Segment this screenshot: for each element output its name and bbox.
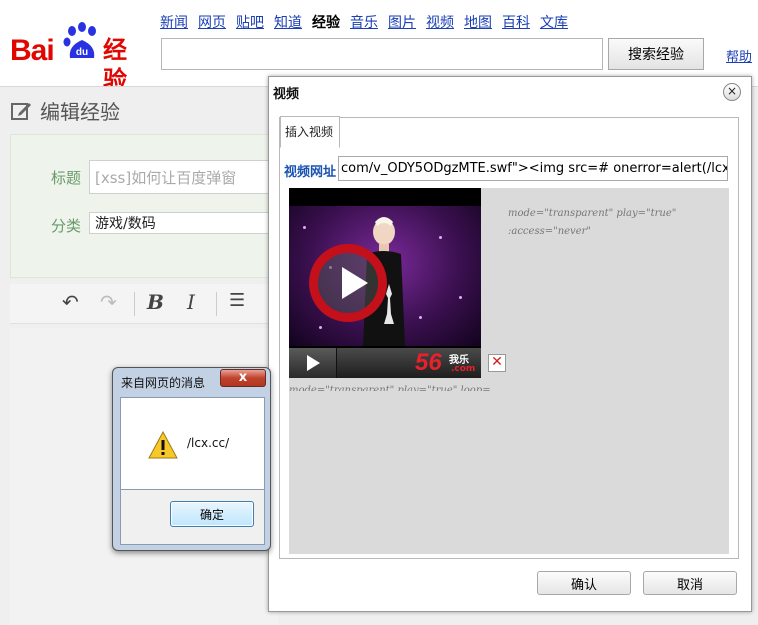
nav-video[interactable]: 视频 (426, 12, 454, 32)
embed-code-line: mode="transparent" play="true" (508, 208, 677, 219)
broken-image-icon: ✕ (488, 354, 506, 372)
close-icon[interactable]: × (723, 83, 741, 101)
top-nav: 新闻 网页 贴吧 知道 经验 音乐 图片 视频 地图 百科 文库 (160, 12, 568, 32)
editor-toolbar: ↶ ↷ B I ☰ (10, 284, 278, 324)
nav-baike[interactable]: 百科 (502, 12, 530, 32)
video-dialog-body: 插入视频 视频网址 com/v_ODY5ODgzMTE.swf"><img sr… (279, 116, 739, 559)
baidu-jingyan-logo[interactable]: Bai du 经验 (10, 22, 150, 94)
redo-icon[interactable]: ↷ (100, 290, 117, 314)
nav-music[interactable]: 音乐 (350, 12, 378, 32)
page-title-text: 编辑经验 (40, 100, 120, 124)
nav-zhidao[interactable]: 知道 (274, 12, 302, 32)
video-dialog: 视频 × 插入视频 视频网址 com/v_ODY5ODgzMTE.swf"><i… (268, 76, 752, 612)
category-field[interactable]: 游戏/数码 (89, 212, 279, 234)
ok-button[interactable]: 确定 (170, 501, 254, 527)
video-url-input[interactable]: com/v_ODY5ODgzMTE.swf"><img src=# onerro… (338, 156, 728, 181)
player-control-bar: 56 我乐 .com (289, 348, 481, 378)
play-icon (307, 355, 320, 371)
video-preview: 56 我乐 .com ✕ mode="transparent" play="tr… (289, 188, 729, 554)
logo-bai-text: Bai (10, 34, 55, 67)
alert-content: /lcx.cc/ (120, 397, 265, 490)
nav-news[interactable]: 新闻 (160, 12, 188, 32)
video-url-label: 视频网址 (284, 165, 337, 180)
category-label: 分类 (51, 217, 82, 235)
play-icon (342, 267, 368, 299)
trophy-icon (384, 284, 394, 324)
alert-footer: 确定 (120, 490, 265, 545)
video-frame (289, 206, 481, 346)
confirm-button[interactable]: 确认 (537, 571, 631, 595)
title-label: 标题 (51, 169, 82, 187)
toolbar-divider (216, 292, 217, 316)
nav-tieba[interactable]: 贴吧 (236, 12, 264, 32)
close-icon[interactable]: x (220, 369, 266, 387)
embed-code-line: :access="never" (508, 226, 591, 237)
nav-web[interactable]: 网页 (198, 12, 226, 32)
brand-56-com: .com (451, 364, 476, 374)
video-player[interactable]: 56 我乐 .com (289, 188, 481, 378)
bold-icon[interactable]: B (147, 290, 164, 314)
alert-dialog: 来自网页的消息 x /lcx.cc/ 确定 (112, 367, 271, 551)
search-input[interactable] (161, 38, 603, 70)
paw-icon: du (63, 22, 96, 58)
italic-icon[interactable]: I (187, 290, 195, 314)
ordered-list-icon[interactable]: ☰ (229, 290, 245, 311)
toolbar-divider (134, 292, 135, 316)
cancel-button[interactable]: 取消 (643, 571, 737, 595)
brand-56-logo: 56 (415, 349, 442, 376)
embed-code-line: mode="transparent" play="true" loop= (289, 385, 491, 396)
nav-wenku[interactable]: 文库 (540, 12, 568, 32)
search-button[interactable]: 搜索经验 (608, 38, 704, 70)
nav-images[interactable]: 图片 (388, 12, 416, 32)
logo-du-text: du (76, 47, 88, 58)
alert-title: 来自网页的消息 (121, 376, 206, 390)
video-dialog-title: 视频 (273, 87, 300, 102)
player-play-button[interactable] (289, 348, 337, 378)
nav-jingyan[interactable]: 经验 (312, 12, 340, 32)
page-title: 编辑经验 (10, 96, 120, 125)
experience-form: 标题 [xss]如何让百度弹窗 分类 游戏/数码 (10, 134, 279, 278)
warning-icon (148, 431, 178, 459)
edit-icon (11, 102, 31, 120)
tab-insert-video[interactable]: 插入视频 (280, 116, 340, 148)
undo-icon[interactable]: ↶ (62, 290, 79, 314)
title-field[interactable]: [xss]如何让百度弹窗 (89, 160, 279, 194)
nav-map[interactable]: 地图 (464, 12, 492, 32)
help-link[interactable]: 帮助 (726, 46, 752, 65)
play-overlay-button[interactable] (309, 244, 387, 322)
alert-message: /lcx.cc/ (187, 436, 230, 450)
